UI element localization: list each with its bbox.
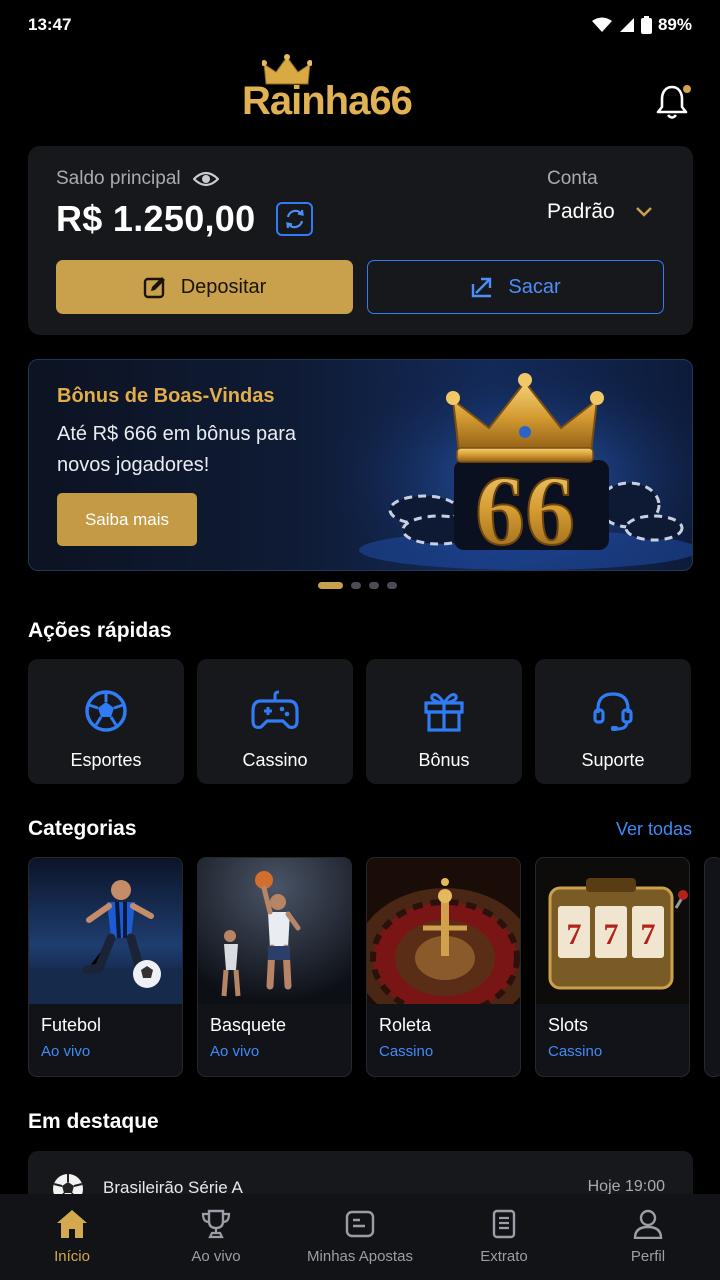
deposit-icon	[143, 277, 165, 299]
promo-art-number: 66	[475, 455, 575, 566]
see-all-link[interactable]: Ver todas	[616, 819, 692, 840]
learn-more-button[interactable]: Saiba mais	[57, 493, 197, 546]
nav-statement[interactable]: Extrato	[432, 1194, 576, 1280]
crown-66-illustration: 66	[329, 360, 692, 570]
category-card-slots[interactable]: 7 7 7 Slots Cassino	[535, 857, 690, 1077]
status-icons: 89%	[591, 15, 692, 35]
refresh-balance-button[interactable]	[276, 202, 313, 236]
category-card-next[interactable]	[704, 857, 720, 1077]
balance-value: R$ 1.250,00	[56, 198, 256, 239]
user-icon	[633, 1209, 663, 1239]
quick-action-label: Suporte	[581, 750, 645, 770]
nav-label: Início	[54, 1248, 90, 1265]
svg-text:7: 7	[641, 918, 656, 951]
logo[interactable]: Rainha66	[242, 54, 472, 126]
carousel-dot[interactable]	[369, 582, 379, 589]
quick-actions: Esportes Cassino Bônus Suporte	[28, 659, 693, 784]
category-sub: Ao vivo	[41, 1043, 91, 1060]
notifications-button[interactable]	[655, 83, 695, 123]
category-sub: Cassino	[379, 1043, 434, 1060]
promo-banner[interactable]: 66 Bônus de Boas-Vindas Até R$ 666 em bô…	[28, 359, 693, 571]
refresh-icon	[285, 209, 304, 229]
category-card-football[interactable]: Futebol Ao vivo	[28, 857, 183, 1077]
quick-action-bonus[interactable]: Bônus	[366, 659, 522, 784]
gift-icon	[424, 693, 464, 732]
basketball-player-image	[198, 858, 351, 1004]
balance-label-row: Saldo principal	[56, 168, 219, 190]
slot-machine-image: 7 7 7	[536, 858, 689, 1004]
quick-action-casino[interactable]: Cassino	[197, 659, 353, 784]
category-name: Slots	[548, 1015, 589, 1035]
promo-text: Até R$ 666 em bônus para novos jogadores…	[57, 423, 297, 476]
category-card-roulette[interactable]: Roleta Cassino	[366, 857, 521, 1077]
withdraw-button[interactable]: Sacar	[367, 260, 664, 314]
status-bar: 13:47 89%	[0, 0, 720, 50]
nav-live[interactable]: Ao vivo	[144, 1194, 288, 1280]
category-name: Basquete	[210, 1015, 287, 1035]
home-icon	[57, 1210, 87, 1238]
nav-my-bets[interactable]: Minhas Apostas	[288, 1194, 432, 1280]
categories-carousel: Futebol Ao vivo Basquete Ao vivo Roleta …	[28, 857, 720, 1077]
quick-action-support[interactable]: Suporte	[535, 659, 691, 784]
account-value: Padrão	[547, 200, 615, 223]
carousel-indicator	[318, 582, 397, 589]
nav-label: Ao vivo	[191, 1248, 241, 1265]
logo-text: Rainha66	[242, 79, 413, 123]
football-player-image	[29, 858, 182, 1004]
balance-card: Saldo principal R$ 1.250,00 Conta Padrão…	[28, 146, 693, 335]
bottom-navigation: Início Ao vivo Minhas Apostas Extrato Pe…	[0, 1194, 720, 1280]
withdraw-arrow-icon	[472, 277, 492, 298]
account-label: Conta	[547, 168, 598, 189]
quick-action-label: Esportes	[70, 750, 142, 770]
roulette-wheel-image	[367, 858, 520, 1004]
signal-icon	[619, 18, 634, 32]
category-card-basketball[interactable]: Basquete Ao vivo	[197, 857, 352, 1077]
nav-label: Minhas Apostas	[307, 1248, 413, 1265]
promo-title: Bônus de Boas-Vindas	[57, 385, 275, 407]
deposit-button[interactable]: Depositar	[56, 260, 353, 314]
app-header: Rainha66	[0, 50, 720, 145]
nav-home[interactable]: Início	[0, 1194, 144, 1280]
category-sub: Ao vivo	[210, 1043, 260, 1060]
eye-icon[interactable]	[192, 170, 219, 188]
carousel-dot[interactable]	[387, 582, 397, 589]
soccer-ball-icon	[85, 690, 127, 732]
categories-title: Categorias	[28, 817, 137, 840]
ticket-icon	[345, 1210, 375, 1238]
gamepad-icon	[251, 690, 299, 729]
battery-icon	[640, 16, 652, 34]
quick-action-label: Cassino	[242, 750, 308, 770]
carousel-dot[interactable]	[351, 582, 361, 589]
category-name: Futebol	[41, 1015, 102, 1035]
quick-actions-title: Ações rápidas	[28, 619, 172, 642]
nav-label: Extrato	[480, 1248, 528, 1265]
notification-dot	[681, 83, 693, 95]
status-time: 13:47	[28, 15, 72, 34]
carousel-dot-active[interactable]	[318, 582, 343, 589]
chevron-down-icon	[635, 207, 652, 217]
headset-icon	[593, 692, 633, 731]
withdraw-label: Sacar	[508, 275, 561, 298]
category-name: Roleta	[379, 1015, 432, 1035]
wifi-icon	[591, 17, 612, 32]
svg-text:7: 7	[567, 918, 582, 951]
battery-percent: 89%	[657, 15, 692, 34]
quick-action-sports[interactable]: Esportes	[28, 659, 184, 784]
trophy-icon	[201, 1209, 231, 1239]
category-sub: Cassino	[548, 1043, 603, 1060]
nav-profile[interactable]: Perfil	[576, 1194, 720, 1280]
featured-title: Em destaque	[28, 1110, 159, 1133]
deposit-label: Depositar	[180, 275, 267, 298]
svg-text:7: 7	[604, 918, 619, 951]
account-select[interactable]: Padrão	[547, 200, 653, 224]
balance-label: Saldo principal	[56, 168, 181, 189]
nav-label: Perfil	[630, 1248, 666, 1265]
document-icon	[492, 1209, 516, 1239]
quick-action-label: Bônus	[418, 750, 470, 770]
